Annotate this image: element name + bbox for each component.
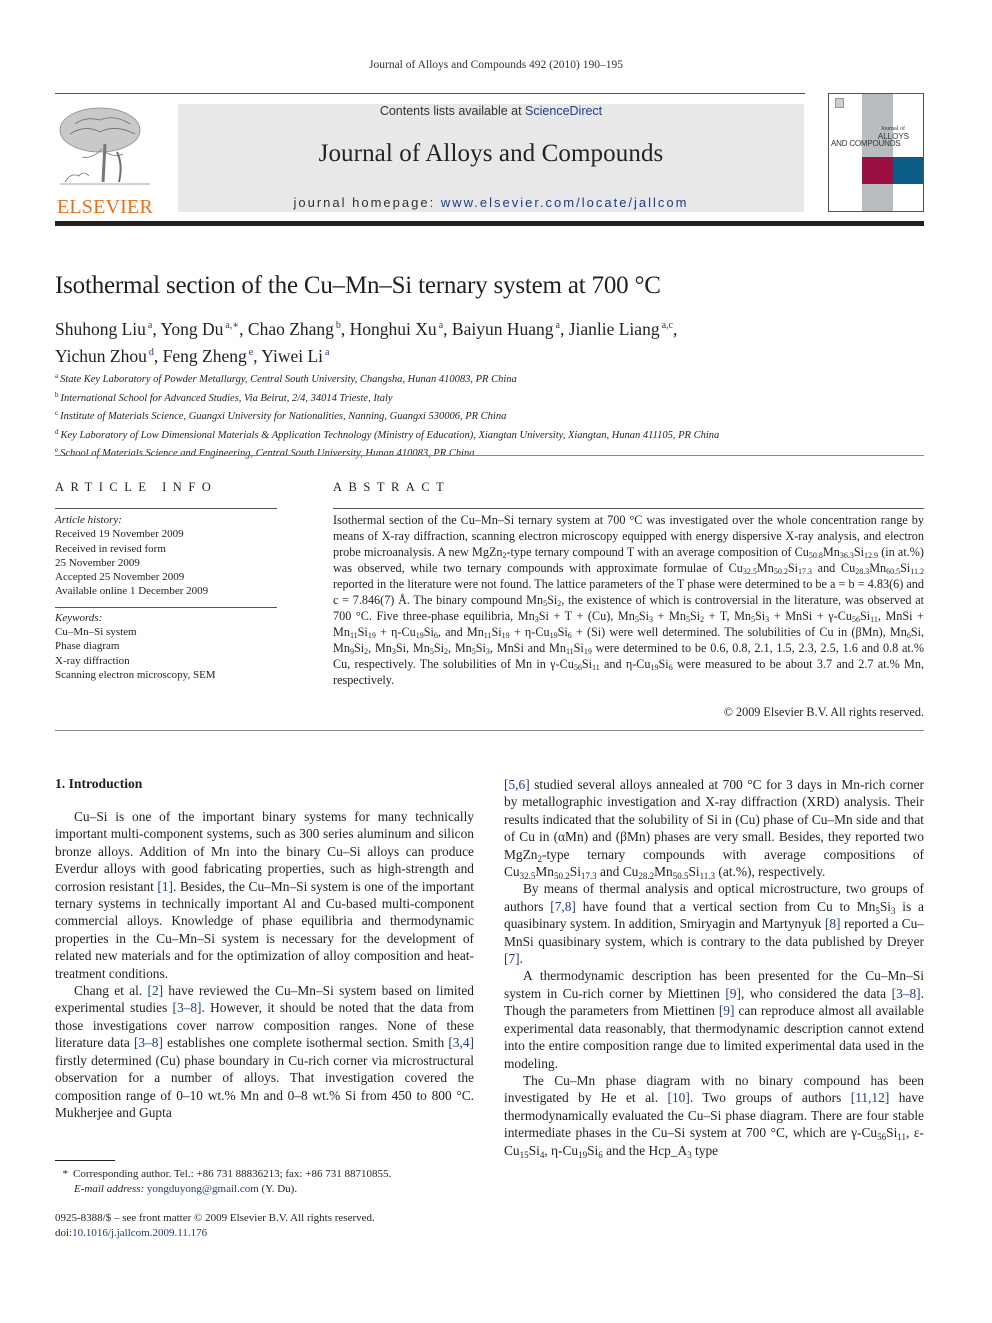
keyword[interactable]: X-ray diffraction (55, 654, 277, 668)
author[interactable]: Yong Du a,∗ (160, 319, 239, 339)
contents-prefix: Contents lists available at (379, 104, 526, 118)
journal-cover-thumbnail[interactable]: Journal of ALLOYS AND COMPOUNDS (828, 93, 924, 212)
cover-red-block (862, 157, 893, 184)
author[interactable]: Jianlie Liang a,c (569, 319, 673, 339)
affiliation: e School of Materials Science and Enginee… (55, 446, 475, 459)
citation-link[interactable]: [5,6] (504, 777, 530, 792)
author[interactable]: Shuhong Liu a (55, 319, 152, 339)
author[interactable]: Baiyun Huang a (452, 319, 560, 339)
paragraph: The Cu–Mn phase diagram with no binary c… (504, 1072, 925, 1160)
front-matter: 0925-8388/$ – see front matter © 2009 El… (55, 1211, 485, 1241)
keyword[interactable]: Cu–Mn–Si system (55, 625, 277, 639)
section-divider (55, 455, 924, 456)
article-title: Isothermal section of the Cu–Mn–Si terna… (55, 272, 661, 299)
cover-blue-block (893, 157, 923, 184)
history-item: 25 November 2009 (55, 556, 140, 569)
abstract-rule (333, 508, 924, 509)
citation-link[interactable]: [3,4] (448, 1035, 474, 1050)
affiliation: d Key Laboratory of Low Dimensional Mater… (55, 427, 720, 441)
history-item: Available online 1 December 2009 (55, 585, 209, 598)
author[interactable]: Chao Zhang b (248, 319, 341, 339)
body-column-right: [5,6] studied several alloys annealed at… (504, 776, 924, 1159)
paragraph: Chang et al. [2] have reviewed the Cu–Mn… (55, 983, 474, 1120)
doi-prefix: doi: (55, 1227, 73, 1239)
author[interactable]: Feng Zheng e (163, 346, 254, 366)
section-heading-introduction: 1. Introduction (55, 776, 143, 791)
paragraph: Cu–Si is one of the important binary sys… (55, 809, 474, 981)
author[interactable]: Yichun Zhou d (55, 346, 154, 366)
keywords-label: Keywords: (55, 611, 103, 624)
paragraph-continued: [5,6] studied several alloys annealed at… (504, 777, 924, 882)
masthead-rule-bottom (55, 221, 924, 226)
citation-link[interactable]: [7,8] (550, 899, 576, 914)
running-head: Journal of Alloys and Compounds 492 (201… (369, 59, 623, 71)
footnote-star: * (62, 1168, 69, 1180)
citation-link[interactable]: [7] (504, 951, 520, 966)
citation-link[interactable]: [10] (668, 1090, 690, 1105)
footnote-rule (55, 1160, 115, 1161)
abstract-heading: ABSTRACT (333, 480, 451, 494)
journal-banner: Contents lists available at ScienceDirec… (178, 104, 804, 212)
contents-line: Contents lists available at ScienceDirec… (178, 104, 804, 118)
email-link[interactable]: yongduyong@gmail.com (147, 1183, 259, 1195)
keyword[interactable]: Phase diagram (55, 639, 277, 653)
masthead-rule-top (55, 93, 805, 94)
journal-homepage: journal homepage: www.elsevier.com/locat… (178, 195, 804, 210)
affiliation: a State Key Laboratory of Powder Metallur… (55, 372, 517, 385)
citation-link[interactable]: [8] (825, 916, 841, 931)
abstract-bottom-rule (55, 730, 924, 731)
homepage-link[interactable]: www.elsevier.com/locate/jallcom (441, 195, 689, 210)
doi-link[interactable]: 10.1016/j.jallcom.2009.11.176 (72, 1227, 207, 1239)
author[interactable]: Yiwei Li a (261, 346, 329, 366)
email-suffix: (Y. Du). (258, 1183, 298, 1195)
history-item: Received 19 November 2009 (55, 528, 184, 541)
citation-link[interactable]: [9] (725, 986, 741, 1001)
journal-title: Journal of Alloys and Compounds (318, 140, 664, 167)
elsevier-tree-icon (59, 107, 150, 185)
abstract-copyright: © 2009 Elsevier B.V. All rights reserved… (723, 705, 924, 719)
citation-link[interactable]: [11,12] (851, 1090, 890, 1105)
history-item: Received in revised form (55, 542, 166, 555)
abstract-text: Isothermal section of the Cu–Mn–Si terna… (333, 513, 925, 687)
citation-link[interactable]: [1] (157, 879, 173, 894)
paragraph: By means of thermal analysis and optical… (504, 881, 924, 967)
citation-link[interactable]: [9] (719, 1003, 735, 1018)
corresponding-author-footnote: * Corresponding author. Tel.: +86 731 888… (55, 1167, 485, 1197)
cover-elsevier-icon (835, 98, 844, 108)
history-label: Article history: (55, 514, 122, 526)
article-info: Article history: Received 19 November 20… (55, 508, 277, 682)
affiliation: b International School for Advanced Studi… (55, 390, 393, 404)
citation-link[interactable]: [3–8] (173, 1000, 202, 1015)
homepage-prefix: journal homepage: (293, 195, 441, 210)
citation-link[interactable]: [2] (148, 983, 164, 998)
corresponding-text: Corresponding author. Tel.: +86 731 8883… (73, 1168, 392, 1180)
affiliation: c Institute of Materials Science, Guangxi… (55, 409, 507, 422)
issn-line: 0925-8388/$ – see front matter © 2009 El… (55, 1212, 375, 1224)
affiliation-list: a State Key Laboratory of Powder Metallur… (55, 369, 925, 462)
cover-grey-band (862, 94, 893, 211)
email-label: E-mail address: (74, 1183, 147, 1195)
author-list: Shuhong Liu a, Yong Du a,∗, Chao Zhang b, H… (55, 319, 678, 366)
author[interactable]: Honghui Xu a (350, 319, 443, 339)
keyword[interactable]: Scanning electron microscopy, SEM (55, 668, 277, 682)
article-info-heading: ARTICLE INFO (55, 480, 218, 494)
citation-link[interactable]: [3–8] (134, 1035, 163, 1050)
sciencedirect-link[interactable]: ScienceDirect (525, 104, 602, 118)
elsevier-wordmark: ELSEVIER (56, 196, 154, 218)
cover-line3: AND COMPOUNDS (831, 139, 901, 148)
elsevier-logo: ELSEVIER (55, 104, 155, 218)
citation-link[interactable]: [3–8] (892, 986, 921, 1001)
paragraph: A thermodynamic description has been pre… (504, 968, 924, 1071)
history-item: Accepted 25 November 2009 (55, 571, 185, 584)
body-column-left: 1. Introduction Cu–Si is one of the impo… (55, 776, 474, 1121)
